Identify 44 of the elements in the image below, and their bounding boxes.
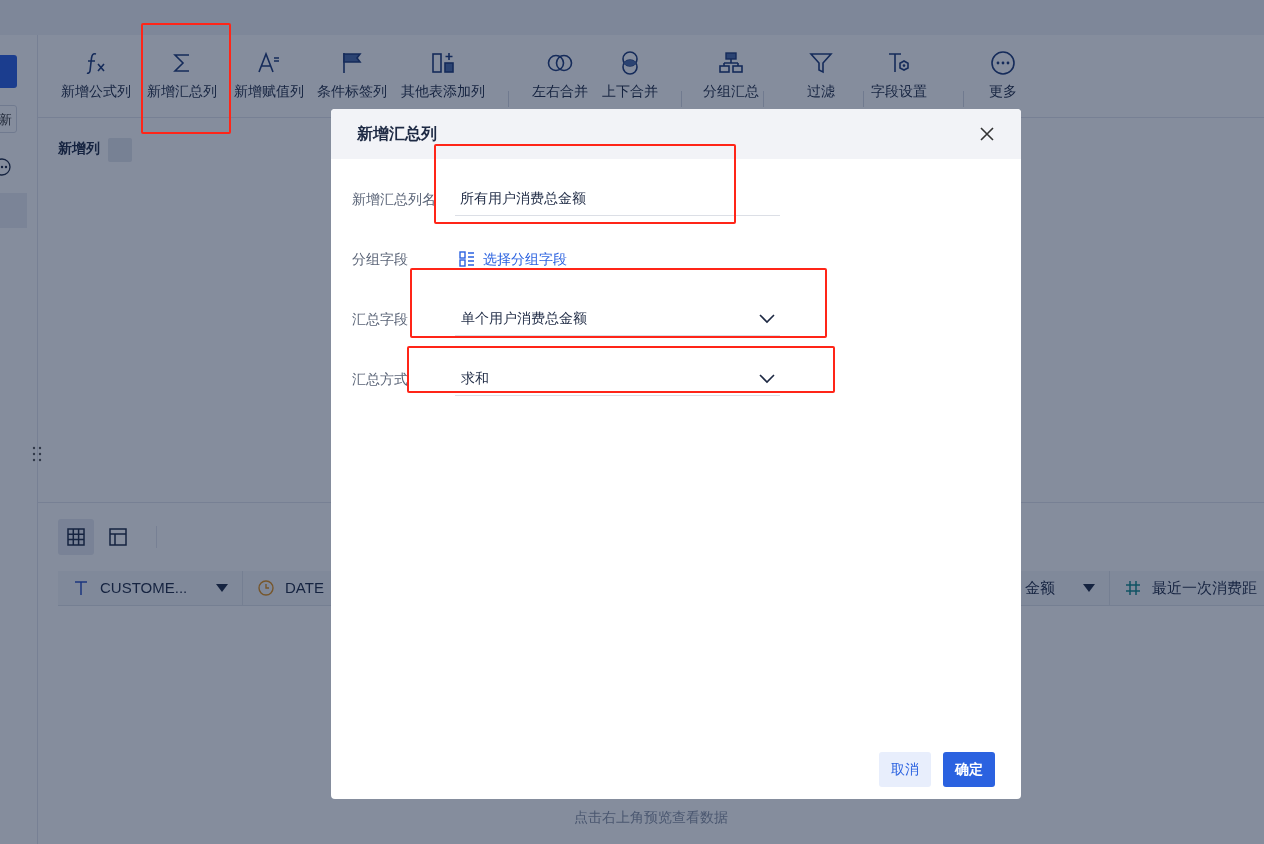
dialog-title: 新增汇总列 — [357, 124, 437, 144]
toolbar-button[interactable]: 新增汇总列 — [138, 49, 226, 102]
toolbar-button[interactable]: 字段设置 — [866, 49, 932, 102]
clock-icon — [257, 579, 275, 597]
column-title: 最近一次消费距 — [1152, 577, 1257, 598]
sidebar-button[interactable]: 新 — [0, 105, 17, 133]
dropdown-caret-icon[interactable] — [1083, 584, 1095, 592]
toolbar-button[interactable]: 左右合并 — [525, 49, 595, 102]
toolbar-button[interactable]: 新增公式列 — [53, 49, 138, 102]
list-icon — [459, 251, 475, 267]
toolbar-button[interactable]: 其他表添加列 — [393, 49, 493, 102]
drag-handle-icon[interactable] — [31, 445, 43, 463]
confirm-button[interactable]: 确定 — [943, 752, 995, 787]
toolbar-button[interactable]: 条件标签列 — [311, 49, 393, 102]
column-header[interactable]: 最近一次消费距 — [1110, 571, 1264, 605]
select-field[interactable]: 单个用户消费总金额 — [455, 302, 780, 336]
field-label: 汇总字段 — [352, 309, 409, 329]
cancel-button[interactable]: 取消 — [879, 752, 931, 787]
hash-icon — [1124, 579, 1142, 597]
more-icon — [989, 49, 1017, 77]
dropdown-caret-icon[interactable] — [216, 584, 228, 592]
select-field-link[interactable]: 选择分组字段 — [455, 248, 567, 270]
select-field[interactable]: 求和 — [455, 362, 780, 396]
chevron-down-icon — [759, 313, 775, 324]
layout-view-icon — [108, 527, 128, 547]
grid-view-icon — [66, 527, 86, 547]
column-title: DATE — [285, 577, 324, 598]
toolbar-button[interactable]: 分组汇总 — [702, 49, 760, 102]
text-type-icon — [72, 579, 90, 597]
column-header[interactable]: CUSTOME... — [58, 571, 243, 605]
input-field[interactable]: 所有用户消费总金额 — [455, 182, 780, 216]
field-label: 分组字段 — [352, 249, 409, 269]
field-label: 新增汇总列名 — [352, 189, 437, 209]
section-title: 新增列 — [58, 139, 100, 158]
close-button[interactable] — [979, 126, 995, 142]
view-toggle-button[interactable] — [58, 519, 94, 555]
field-label: 汇总方式 — [352, 369, 409, 389]
toolbar-button[interactable]: 新增赋值列 — [226, 49, 311, 102]
toolbar-button[interactable]: 过滤 — [782, 49, 860, 102]
column-title: 金额 — [1025, 577, 1055, 598]
toolbar-button[interactable]: 上下合并 — [595, 49, 665, 102]
toolbar-button[interactable]: 更多 — [974, 49, 1032, 102]
column-title: CUSTOME... — [100, 577, 189, 598]
chevron-down-icon — [759, 373, 775, 384]
